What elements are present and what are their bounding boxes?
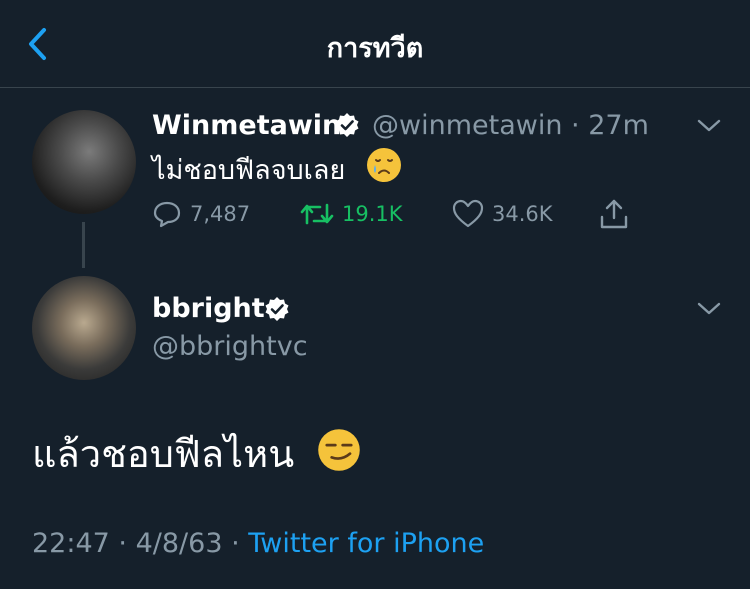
thread-connector-line [82,222,85,268]
dot-separator: · [231,528,240,559]
main-display-name[interactable]: bbright [152,293,265,324]
like-count: 34.6K [492,202,553,226]
dot-separator: · [118,528,127,559]
share-action[interactable] [598,196,638,232]
tweet-source-link[interactable]: Twitter for iPhone [248,528,484,559]
like-action[interactable]: 34.6K [452,196,553,232]
smirking-face-emoji [318,429,360,471]
main-handle[interactable]: @bbrightvc [152,331,308,362]
avatar-bbright[interactable] [32,276,136,380]
page-title: การทวีต [326,33,424,64]
parent-display-name[interactable]: Winmetawin [152,110,341,141]
top-nav-bar: การทวีต [0,0,750,88]
parent-handle-time: @winmetawin · 27m [372,110,649,141]
reply-count: 7,487 [190,202,251,226]
retweet-count: 19.1K [342,202,403,226]
heart-icon [452,199,484,228]
tweet-date: 4/8/63 [135,528,223,559]
dot-separator: · [571,110,580,141]
retweet-action[interactable]: 19.1K [300,196,403,232]
tweet-meta: 22:47 · 4/8/63 · Twitter for iPhone [32,528,484,559]
reply-action[interactable]: 7,487 [152,196,250,232]
verified-badge-icon [335,113,359,137]
avatar-winmetawin[interactable] [32,110,136,214]
parent-handle[interactable]: @winmetawin [372,110,562,141]
crying-face-emoji [367,148,401,182]
retweet-icon [300,203,334,225]
parent-time: 27m [588,110,649,141]
reply-icon [153,201,181,228]
main-tweet-text: แล้วชอบฟีลไหน [32,432,295,476]
verified-badge-icon [265,297,289,321]
parent-tweet-text: ไม่ชอบฟีลจบเลย [152,155,346,186]
chevron-down-icon[interactable] [696,301,722,317]
chevron-down-icon[interactable] [696,118,722,134]
share-icon [600,199,628,229]
tweet-time: 22:47 [32,528,110,559]
